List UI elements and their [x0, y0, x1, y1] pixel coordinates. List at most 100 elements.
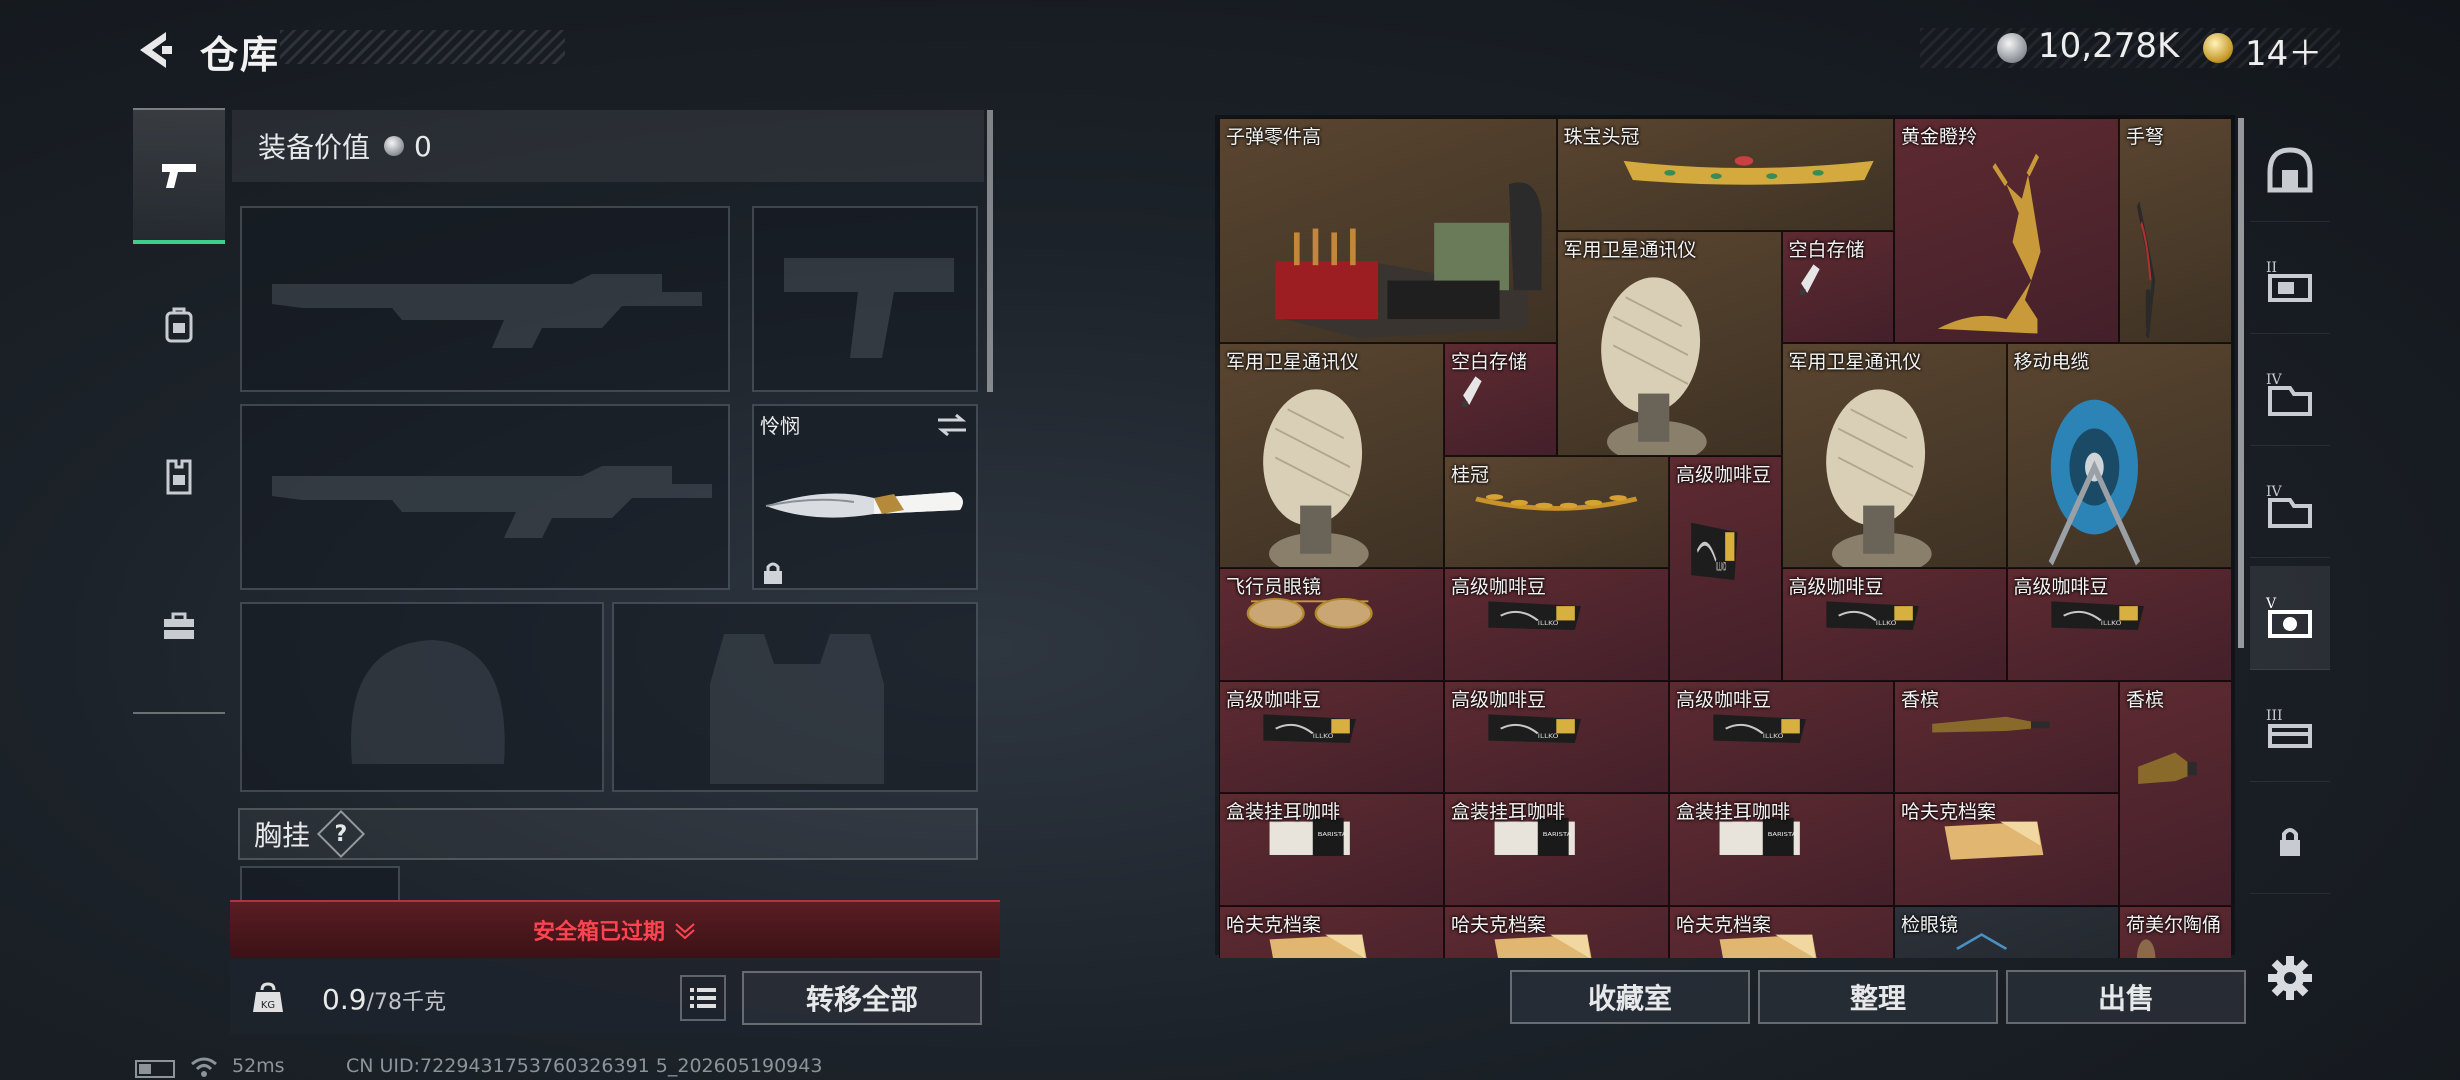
stash-item[interactable]: 飞行员眼镜 [1219, 568, 1444, 681]
chest-rig-label: 胸挂 [254, 819, 311, 852]
stash-item[interactable]: 手弩 [2119, 118, 2231, 343]
stash-page-tab[interactable] [2250, 790, 2330, 894]
stash-item[interactable]: 哈夫克档案 [1444, 905, 1669, 958]
tab-toolbox[interactable] [133, 558, 225, 694]
stash-item[interactable]: 黄金瞪羚 [1894, 118, 2119, 343]
stash-page-tab[interactable]: IV [2250, 454, 2330, 558]
stash-item[interactable]: 子弹零件高 [1219, 118, 1557, 343]
stash-item[interactable]: ILLKO 高级咖啡豆 [1219, 680, 1444, 793]
silver-coin-icon [384, 136, 405, 156]
stash-item-name: 哈夫克档案 [1451, 913, 1547, 936]
stash-item[interactable]: ILLKO 高级咖啡豆 [2006, 568, 2231, 681]
back-arrow-icon[interactable] [132, 28, 176, 72]
stash-item[interactable]: 空白存储 [1444, 343, 1557, 456]
stash-item[interactable]: 军用卫星通讯仪 [1556, 230, 1782, 456]
equipment-value-label: 装备价值 [258, 131, 371, 164]
stash-item[interactable]: ILLKO 高级咖啡豆 [1669, 455, 1782, 681]
stash-item-name: 哈夫克档案 [1226, 913, 1322, 936]
list-icon [690, 988, 716, 1008]
sidearm-slot[interactable] [752, 206, 978, 392]
stash-item[interactable]: ILLKO 高级咖啡豆 [1444, 680, 1669, 793]
stash-item[interactable]: 检眼镜 [1894, 905, 2119, 958]
stash-item-name: 移动电缆 [2013, 351, 2090, 373]
stash-item[interactable]: 桂冠 [1444, 455, 1669, 568]
rifle-silhouette-icon [272, 274, 702, 348]
hand-crossbow-icon [2136, 201, 2156, 339]
stash-item[interactable]: 珠宝头冠 [1556, 118, 1894, 231]
svg-text:ILLKO: ILLKO [1538, 620, 1559, 627]
silver-currency-amount: 10,278K [2038, 26, 2180, 66]
stash-scrollbar[interactable] [2238, 118, 2244, 648]
svg-text:IV: IV [2266, 372, 2283, 388]
equipment-scrollbar[interactable] [987, 110, 993, 392]
stash-item[interactable]: 荷美尔陶俑 [2119, 905, 2231, 958]
chevron-down-icon [675, 923, 695, 940]
safe-box-status: 安全箱已过期 [532, 920, 665, 945]
stash-item[interactable]: BARISTA 盒装挂耳咖啡 [1219, 793, 1444, 906]
stash-item[interactable]: BARISTA 盒装挂耳咖啡 [1669, 793, 1894, 906]
stash-page-tab[interactable]: III [2250, 678, 2330, 782]
stash-II-icon: II [2266, 260, 2312, 302]
stash-item[interactable]: ILLKO 高级咖啡豆 [1444, 568, 1669, 681]
stash-item[interactable]: 军用卫星通讯仪 [1781, 343, 2007, 568]
stash-item[interactable]: 军用卫星通讯仪 [1219, 343, 1444, 568]
chest-rig-slot[interactable] [240, 866, 400, 900]
secondary-weapon-slot[interactable] [240, 404, 730, 590]
armor-slot[interactable] [612, 602, 978, 792]
pistol-silhouette-icon [784, 258, 954, 358]
stash-item-name: 高级咖啡豆 [1788, 576, 1884, 598]
collection-room-button[interactable]: 收藏室 [1510, 970, 1750, 1024]
stash-grid: 子弹零件高 珠宝头冠 黄金瞪羚 手弩 军用卫星通讯仪 空白存储 军用卫星通讯仪 空白存储 军用卫… [1219, 118, 2231, 958]
helmet-slot[interactable] [240, 602, 604, 792]
safe-box-expired-banner[interactable]: 安全箱已过期 [230, 900, 1000, 958]
stash-item[interactable]: BARISTA 盒装挂耳咖啡 [1444, 793, 1669, 906]
help-icon: ? [334, 821, 348, 847]
carry-weight-value: 0.9 [322, 983, 367, 1016]
stash-item[interactable]: ILLKO 高级咖啡豆 [1781, 568, 2007, 681]
stash-item[interactable]: 香槟 [1894, 680, 2119, 793]
stash-item[interactable]: 哈夫克档案 [1894, 793, 2119, 906]
chest-rig-section: 胸挂 ? [238, 808, 978, 860]
svg-text:V: V [2265, 596, 2277, 612]
svg-text:ILLKO: ILLKO [1875, 620, 1896, 627]
svg-text:ILLKO: ILLKO [2100, 620, 2121, 627]
stash-item-name: 军用卫星通讯仪 [1788, 351, 1922, 373]
title-decoration [280, 30, 565, 64]
stash-item-name: 香槟 [2126, 688, 2165, 711]
primary-weapon-slot[interactable] [240, 206, 730, 392]
svg-text:ILLKO: ILLKO [1538, 733, 1559, 740]
gear-icon[interactable] [2264, 952, 2316, 1004]
stash-page-tab[interactable]: II [2250, 230, 2330, 334]
stash-item-name: 飞行员眼镜 [1226, 576, 1322, 598]
stash-item-name: 高级咖啡豆 [1226, 688, 1322, 711]
list-view-button[interactable] [680, 975, 726, 1021]
stash-item-name: 哈夫克档案 [1901, 801, 1997, 823]
stash-item[interactable]: 哈夫克档案 [1219, 905, 1444, 958]
gold-currency-amount[interactable]: 14＋ [2245, 26, 2322, 75]
page-title: 仓库 [200, 33, 281, 77]
stash-item[interactable]: 哈夫克档案 [1669, 905, 1894, 958]
stash-item-name: 子弹零件高 [1226, 126, 1322, 148]
sell-button[interactable]: 出售 [2006, 970, 2246, 1024]
sort-button[interactable]: 整理 [1758, 970, 1998, 1024]
stash-item-name: 桂冠 [1451, 463, 1490, 486]
stash-item[interactable]: 移动电缆 [2006, 343, 2231, 568]
stash-item[interactable]: 香槟 [2119, 680, 2231, 906]
tab-weapons[interactable] [133, 108, 225, 244]
stash-page-tab[interactable]: IV [2250, 342, 2330, 446]
gold-coin-icon [2203, 33, 2233, 63]
stash-item[interactable]: ILLKO 高级咖啡豆 [1669, 680, 1894, 793]
lock-icon [764, 562, 782, 584]
transfer-all-button[interactable]: 转移全部 [742, 971, 982, 1025]
tab-backpack[interactable] [133, 258, 225, 394]
tab-vest[interactable] [133, 408, 225, 544]
stash-page-tab[interactable] [2250, 118, 2330, 222]
stash-item[interactable]: 空白存储 [1781, 230, 1894, 343]
melee-slot[interactable]: 怜悯 [752, 404, 978, 590]
equipment-value-header: 装备价值 0 [232, 110, 984, 182]
help-button[interactable]: ? [316, 809, 366, 859]
stash-IV-icon: IV [2266, 372, 2312, 416]
stash-page-tab[interactable]: V [2250, 566, 2330, 670]
pistol-icon [162, 164, 196, 188]
stash-item-name: 高级咖啡豆 [1676, 688, 1772, 711]
